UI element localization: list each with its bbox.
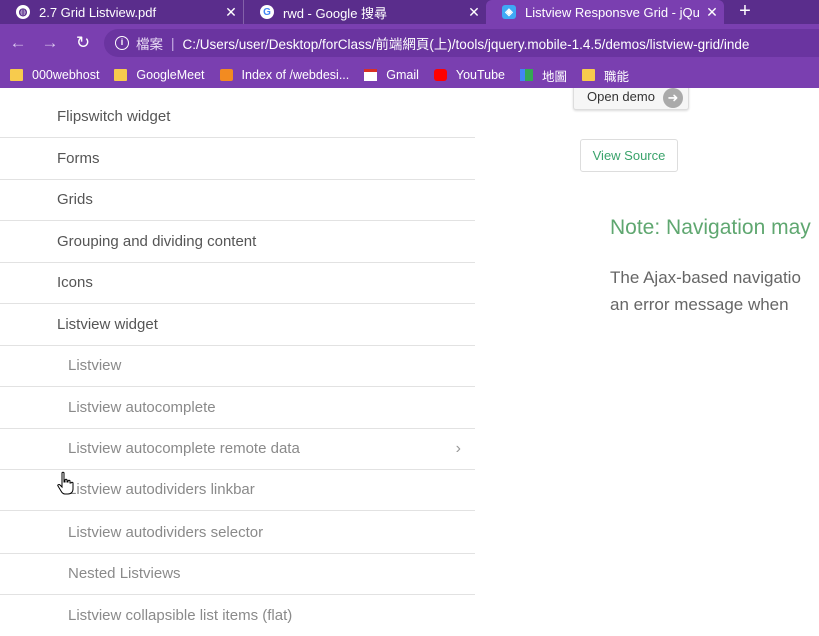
- bookmark-maps[interactable]: 地圖: [520, 66, 567, 85]
- list-item-label: Listview autodividers selector: [68, 524, 264, 541]
- google-icon: G: [260, 5, 274, 19]
- list-item-label: Forms: [57, 150, 100, 167]
- open-demo-button[interactable]: Open demo ➜: [573, 88, 689, 110]
- list-item[interactable]: Grids: [0, 179, 475, 221]
- paragraph-line: The Ajax-based navigatio: [610, 268, 801, 287]
- paragraph-line: an error message when: [610, 295, 789, 314]
- list-item[interactable]: Forms: [0, 138, 475, 180]
- chevron-right-icon: ›: [455, 440, 461, 457]
- youtube-icon: [433, 69, 447, 81]
- new-tab-button[interactable]: +: [734, 0, 756, 24]
- bookmark-000webhost[interactable]: 000webhost: [10, 68, 99, 82]
- list-item-label: Listview widget: [57, 316, 158, 333]
- list-item[interactable]: Listview autodividers selector: [0, 512, 475, 554]
- list-item-label: Listview collapsible list items (flat): [68, 607, 293, 624]
- open-demo-label: Open demo: [587, 88, 655, 104]
- browser-toolbar: ← → ↻ i 檔案 | C:/Users/user/Desktop/forCl…: [0, 24, 819, 62]
- list-item[interactable]: Listview autocomplete: [0, 387, 475, 429]
- list-item-label: Listview: [68, 357, 122, 374]
- tab-listview-grid[interactable]: ◈ Listview Responsve Grid - jQue ✕: [486, 0, 724, 24]
- xampp-icon: [219, 69, 233, 81]
- address-separator: |: [171, 35, 175, 51]
- bookmarks-bar: 000webhost GoogleMeet Index of /webdesi.…: [0, 62, 819, 88]
- close-icon[interactable]: ✕: [219, 4, 243, 21]
- list-item[interactable]: Listview autocomplete remote data ›: [0, 428, 475, 470]
- list-item-label: Grids: [57, 191, 93, 208]
- folder-icon: [582, 69, 596, 81]
- info-icon[interactable]: i: [115, 36, 129, 50]
- tab-google-search[interactable]: G rwd - Google 搜尋 ✕: [243, 0, 486, 24]
- list-item[interactable]: Listview collapsible list items (flat): [0, 595, 475, 636]
- list-item[interactable]: Icons: [0, 262, 475, 304]
- page-viewport: Flipswitch widget Forms Grids Grouping a…: [0, 88, 819, 636]
- url-text[interactable]: C:/Users/user/Desktop/forClass/前端網頁(上)/t…: [183, 33, 750, 53]
- note-heading: Note: Navigation may: [610, 216, 811, 239]
- tab-strip: ◍ 2.7 Grid Listview.pdf ✕ G rwd - Google…: [0, 0, 819, 24]
- bookmark-label: Index of /webdesi...: [241, 68, 350, 82]
- folder-icon: [10, 69, 23, 81]
- folder-icon: [114, 69, 128, 81]
- demo-content: Open demo ➜ View Source Note: Navigation…: [475, 88, 819, 636]
- globe-icon: ◍: [16, 5, 30, 19]
- list-item[interactable]: Flipswitch widget: [0, 96, 475, 138]
- forward-arrow-icon[interactable]: →: [39, 32, 61, 54]
- gmail-icon: [364, 69, 378, 81]
- bookmark-gmail[interactable]: Gmail: [364, 68, 419, 82]
- list-item-label: Icons: [57, 274, 93, 291]
- bookmark-label: 職能: [604, 69, 630, 84]
- list-item-label: Listview autocomplete remote data: [68, 440, 300, 457]
- address-bar[interactable]: i 檔案 | C:/Users/user/Desktop/forClass/前端…: [104, 29, 819, 57]
- close-icon[interactable]: ✕: [462, 4, 486, 21]
- bookmark-label: 000webhost: [32, 68, 100, 82]
- list-item-label: Listview autocomplete: [68, 399, 216, 416]
- list-item-label: Flipswitch widget: [57, 108, 171, 125]
- bookmark-index-webdesign[interactable]: Index of /webdesi...: [219, 68, 350, 82]
- list-item-label: Listview autodividers linkbar: [68, 481, 255, 498]
- tab-grid-listview-pdf[interactable]: ◍ 2.7 Grid Listview.pdf ✕: [0, 0, 243, 24]
- list-item[interactable]: Listview widget: [0, 304, 475, 346]
- list-item-label: Nested Listviews: [68, 565, 181, 582]
- tab-title: 2.7 Grid Listview.pdf: [39, 4, 157, 20]
- list-item[interactable]: Grouping and dividing content: [0, 221, 475, 263]
- bookmark-label: 地圖: [542, 69, 568, 84]
- bookmark-youtube[interactable]: YouTube: [433, 68, 506, 82]
- back-arrow-icon[interactable]: ←: [7, 32, 29, 54]
- reload-icon[interactable]: ↻: [72, 32, 94, 54]
- view-source-label: View Source: [592, 148, 666, 163]
- bookmark-label: YouTube: [455, 68, 506, 82]
- list-item[interactable]: Nested Listviews: [0, 553, 475, 595]
- bookmark-googlemeet[interactable]: GoogleMeet: [114, 68, 205, 82]
- bookmark-zhineng[interactable]: 職能: [582, 66, 629, 85]
- bookmark-label: Gmail: [386, 68, 419, 82]
- demo-nav-list: Flipswitch widget Forms Grids Grouping a…: [0, 88, 475, 636]
- list-item[interactable]: Listview: [0, 345, 475, 387]
- bookmark-label: GoogleMeet: [136, 68, 205, 82]
- close-icon[interactable]: ✕: [700, 4, 724, 21]
- tab-title: Listview Responsve Grid - jQue: [525, 4, 700, 20]
- note-paragraph: The Ajax-based navigatio an error messag…: [610, 264, 801, 318]
- hand-pointer-icon: [57, 471, 74, 495]
- view-source-button[interactable]: View Source: [580, 139, 678, 172]
- file-scheme-label: 檔案: [136, 37, 163, 52]
- list-item-label: Grouping and dividing content: [57, 233, 257, 250]
- arrow-right-icon: ➜: [663, 88, 683, 108]
- maps-icon: [520, 69, 534, 81]
- tab-title: rwd - Google 搜尋: [283, 5, 388, 21]
- jquery-icon: ◈: [502, 5, 516, 19]
